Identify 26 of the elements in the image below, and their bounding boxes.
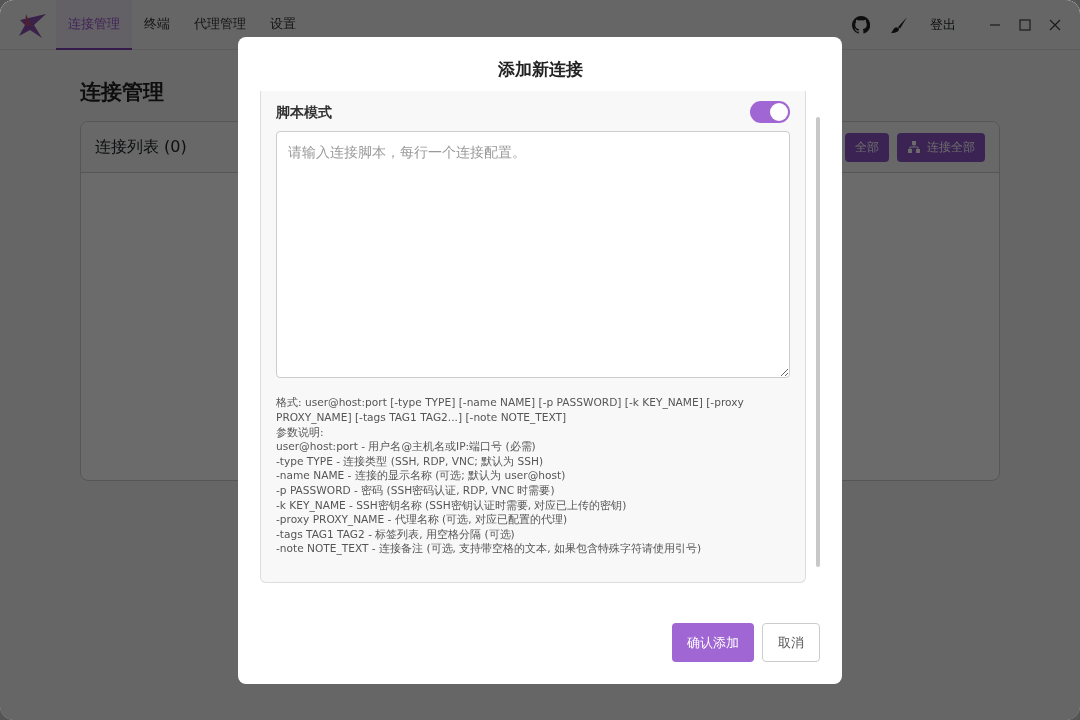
cancel-button[interactable]: 取消 — [762, 623, 820, 662]
help-text: -type TYPE - 连接类型 (SSH, RDP, VNC; 默认为 SSH) — [276, 453, 545, 469]
help-text: -k KEY_NAME - SSH密钥名称 (SSH密钥认证时需要, 对应已上传的密钥) — [276, 497, 628, 513]
nav-tab[interactable]: 设置 — [258, 0, 308, 50]
help-text: -proxy PROXY_NAME - 代理名称 (可选, 对应已配置的代理) — [276, 512, 569, 527]
help-text: user@host:port - 用户名@主机名或IP:端口号 (必需) — [276, 439, 537, 454]
card-title: 连接列表 (0) — [95, 136, 187, 159]
logout-link[interactable]: 登出 — [930, 14, 956, 35]
page-title: 连接管理 — [80, 80, 165, 106]
help-text: 参数说明: — [276, 424, 325, 440]
help-text: -tags TAG1 TAG2 - 标签列表, 用空格分隔 (可选) — [276, 526, 516, 542]
toggle-switch[interactable] — [750, 101, 790, 124]
test-all-button[interactable]: 全部 — [845, 132, 889, 162]
dialog-title: 添加新连接 — [496, 58, 584, 81]
help-text: 格式: user@host:port [-type TYPE] [-name NAME] [-p PASSWORD] [-k KEY_NAME] [-proxy PROXY_NAME] [-tags TAG1 TAG2...] [-note NOTE_TEXT] — [276, 395, 745, 425]
help-text: -p PASSWORD - 密码 (SSH密码认证, RDP, VNC 时需要) — [276, 482, 556, 498]
script-mode-label: 脚本模式 — [276, 102, 332, 122]
nav-tab[interactable]: 终端 — [132, 0, 182, 50]
confirm-button[interactable]: 确认添加 — [672, 623, 754, 662]
connect-all-button[interactable]: 连接全部 — [897, 132, 985, 162]
nav-tab[interactable]: 代理管理 — [182, 0, 258, 50]
help-text: -name NAME - 连接的显示名称 (可选; 默认为 user@host) — [276, 468, 567, 483]
help-text: -note NOTE_TEXT - 连接备注 (可选, 支持带空格的文本, 如果包含特殊字符请使用引号) — [276, 541, 703, 556]
scrollbar[interactable] — [816, 117, 820, 568]
network-icon — [907, 140, 921, 155]
script-input[interactable]: 请输入连接脚本，每行一个连接配置。 — [276, 131, 790, 379]
